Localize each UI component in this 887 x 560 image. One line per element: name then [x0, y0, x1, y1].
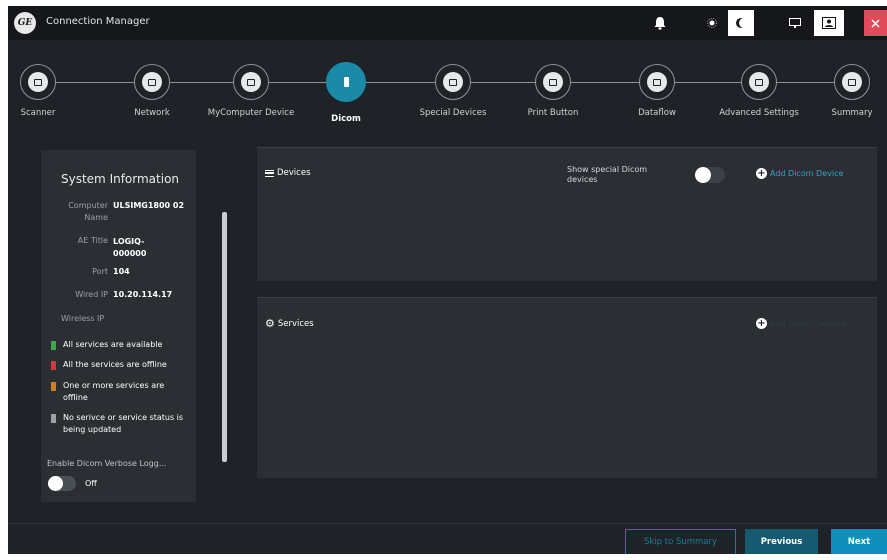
step-label: Print Button	[527, 108, 579, 118]
document-icon	[336, 72, 356, 92]
wizard-stepper: Scanner Network MyComputer Device Dicom …	[8, 40, 887, 136]
step-circle	[20, 64, 56, 100]
ae-title-value: LOGIQ-000000	[113, 237, 147, 258]
close-button[interactable]	[864, 10, 887, 36]
user-button[interactable]	[814, 10, 844, 36]
skip-to-summary-button[interactable]: Skip to Summary	[625, 529, 736, 554]
list-icon	[749, 72, 769, 92]
verbose-logging-state: Off	[85, 479, 97, 488]
step-circle	[741, 64, 777, 100]
legend-text: All the services are offline	[63, 360, 167, 369]
status-swatch-gray	[51, 414, 56, 423]
services-title: Services	[277, 318, 314, 329]
status-swatch-green	[51, 341, 56, 350]
printer-icon	[543, 72, 563, 92]
step-circle	[639, 64, 675, 100]
verbose-logging-label: Enable Dicom Verbose Logg...	[47, 459, 167, 468]
summary-icon	[842, 72, 862, 92]
step-label: Dicom	[331, 114, 361, 124]
step-circle	[134, 64, 170, 100]
display-button[interactable]	[784, 10, 806, 36]
devices-panel: Devices Show special Dicom devices + Add…	[257, 147, 877, 281]
add-dicom-service-button[interactable]: + Add Dicom Service	[756, 318, 846, 329]
laptop-icon	[241, 72, 261, 92]
ae-title-label: AE Title	[77, 236, 108, 245]
notifications-button[interactable]	[648, 10, 672, 36]
step-circle	[435, 64, 471, 100]
step-label: Scanner	[20, 108, 56, 118]
legend-text: All services are available	[63, 340, 163, 349]
bell-icon	[654, 17, 666, 30]
devices-header: Devices	[265, 168, 311, 178]
services-header: ⚙ Services	[265, 318, 314, 329]
footer-divider	[8, 523, 887, 524]
sun-icon	[707, 18, 717, 28]
close-icon	[871, 18, 880, 28]
devices-title: Devices	[277, 168, 311, 178]
wireless-ip-label: Wireless IP	[61, 314, 105, 323]
toggle-knob	[48, 476, 63, 491]
step-circle	[326, 62, 366, 102]
info-scrollbar[interactable]	[222, 212, 227, 462]
moon-icon	[739, 18, 749, 28]
monitor-icon	[789, 17, 801, 28]
step-scanner[interactable]: Scanner	[8, 64, 98, 118]
wired-ip-value: 10.20.114.17	[113, 290, 173, 299]
toggle-knob	[695, 167, 711, 183]
gear-icon: ⚙	[265, 317, 275, 330]
verbose-logging-toggle[interactable]	[48, 476, 76, 491]
port-label: Port	[92, 267, 108, 276]
monitor-icon	[28, 72, 48, 92]
plus-icon: +	[756, 168, 767, 179]
step-circle	[535, 64, 571, 100]
plus-icon: +	[756, 318, 767, 329]
step-print-button[interactable]: Print Button	[493, 64, 613, 118]
status-swatch-red	[51, 361, 56, 370]
connection-manager-window: GE Connection Manager Scanner Network My…	[8, 6, 887, 554]
tools-icon	[443, 72, 463, 92]
computer-name-label: Computer Name	[68, 201, 108, 222]
dataflow-icon	[647, 72, 667, 92]
title-bar: GE Connection Manager	[8, 6, 887, 40]
services-panel: ⚙ Services + Add Dicom Service	[257, 297, 877, 478]
network-icon	[142, 72, 162, 92]
add-dicom-device-button[interactable]: + Add Dicom Device	[756, 168, 843, 179]
system-information-panel: System Information Computer Name ULSIMG1…	[41, 150, 196, 502]
add-dicom-service-label: Add Dicom Service	[770, 319, 846, 328]
step-label: Summary	[831, 108, 873, 118]
legend-text: No serivce or service status is being up…	[63, 413, 184, 434]
computer-name-value: ULSIMG1800 02	[113, 201, 185, 210]
step-circle	[834, 64, 870, 100]
app-title: Connection Manager	[46, 16, 150, 27]
ge-logo: GE	[14, 12, 36, 34]
status-swatch-orange	[51, 382, 56, 391]
legend-text: One or more services are offline	[63, 381, 165, 402]
step-summary[interactable]: Summary	[792, 64, 887, 118]
step-dicom[interactable]: Dicom	[286, 62, 406, 124]
dark-theme-button[interactable]	[728, 10, 754, 36]
menu-icon	[265, 169, 274, 177]
add-dicom-device-label: Add Dicom Device	[770, 169, 844, 178]
wired-ip-label: Wired IP	[75, 290, 108, 299]
user-icon	[822, 17, 836, 29]
next-button[interactable]: Next	[831, 529, 887, 554]
port-value: 104	[113, 267, 130, 276]
light-theme-button[interactable]	[701, 10, 723, 36]
show-special-devices-label: Show special Dicom devices	[567, 165, 648, 184]
system-information-title: System Information	[61, 172, 180, 186]
previous-button[interactable]: Previous	[745, 529, 818, 554]
show-special-devices-toggle[interactable]	[695, 167, 725, 183]
step-circle	[233, 64, 269, 100]
